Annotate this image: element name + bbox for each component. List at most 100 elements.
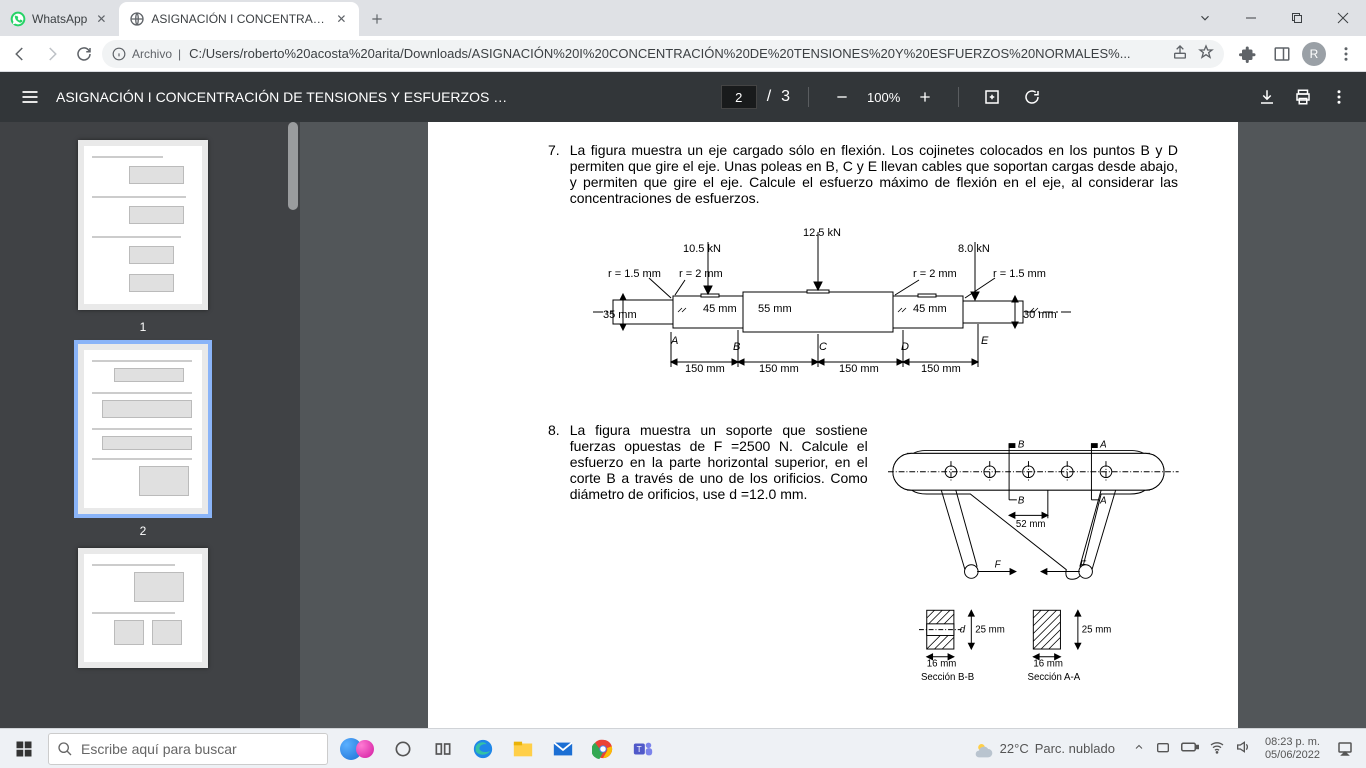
pdf-title: ASIGNACIÓN I CONCENTRACIÓN DE TENSIONES …: [56, 89, 516, 105]
svg-text:10.5 kN: 10.5 kN: [683, 243, 721, 255]
reload-button[interactable]: [70, 40, 98, 68]
explorer-icon[interactable]: [510, 736, 536, 762]
svg-text:D: D: [901, 341, 909, 353]
taskview-icon[interactable]: [390, 736, 416, 762]
start-button[interactable]: [6, 731, 42, 767]
wifi-icon[interactable]: [1209, 739, 1225, 758]
teams-icon[interactable]: T: [630, 736, 656, 762]
svg-text:25 mm: 25 mm: [975, 625, 1005, 636]
svg-text:r = 2 mm: r = 2 mm: [913, 268, 957, 280]
browser-toolbar: Archivo | C:/Users/roberto%20acosta%20ar…: [0, 36, 1366, 72]
svg-text:A: A: [1099, 440, 1106, 451]
svg-text:16 mm: 16 mm: [926, 658, 956, 669]
tray-chevron-icon[interactable]: [1133, 741, 1145, 756]
back-button[interactable]: [6, 40, 34, 68]
edge-icon[interactable]: [470, 736, 496, 762]
profile-avatar[interactable]: R: [1302, 42, 1326, 66]
svg-text:B: B: [1018, 440, 1025, 451]
weather-widget[interactable]: 22°C Parc. nublado: [974, 739, 1115, 759]
sidepanel-icon[interactable]: [1268, 40, 1296, 68]
window-controls: [1182, 0, 1366, 36]
tabs-dropdown-icon[interactable]: [1182, 0, 1228, 36]
minimize-button[interactable]: [1228, 0, 1274, 36]
svg-text:r = 1.5 mm: r = 1.5 mm: [993, 268, 1046, 280]
onedrive-icon[interactable]: [1155, 739, 1171, 758]
close-icon[interactable]: ✕: [93, 11, 109, 27]
thumbnail-page-2[interactable]: [78, 344, 208, 514]
figure-shaft: 10.5 kN 12.5 kN 8.0 kN r = 1.5 mm r = 2 …: [583, 222, 1083, 392]
volume-icon[interactable]: [1235, 739, 1251, 758]
taskbar-pinned: T: [390, 736, 656, 762]
notifications-icon[interactable]: [1330, 734, 1360, 764]
system-tray: [1133, 739, 1251, 758]
pdf-more-icon[interactable]: [1324, 82, 1354, 112]
maximize-button[interactable]: [1274, 0, 1320, 36]
svg-text:F: F: [994, 560, 1001, 571]
svg-text:d: d: [959, 625, 965, 636]
tab-whatsapp[interactable]: WhatsApp ✕: [0, 2, 119, 36]
bookmark-icon[interactable]: [1198, 44, 1214, 63]
share-icon[interactable]: [1172, 44, 1188, 63]
chrome-icon[interactable]: [590, 736, 616, 762]
url-scheme-label: Archivo: [132, 47, 172, 61]
news-widget-icon[interactable]: [340, 738, 374, 760]
svg-text:45 mm: 45 mm: [703, 303, 737, 315]
pdf-viewer: 1 2: [0, 122, 1366, 728]
problem-text: La figura muestra un eje cargado sólo en…: [570, 142, 1178, 206]
zoom-in-button[interactable]: [910, 82, 940, 112]
thumbnail-scrollbar[interactable]: [286, 122, 298, 728]
svg-text:Sección B-B: Sección B-B: [921, 672, 974, 683]
taskbar-search[interactable]: Escribe aquí para buscar: [48, 733, 328, 765]
svg-text:B: B: [733, 341, 740, 353]
tab-title: ASIGNACIÓN I CONCENTRACIÓN: [151, 12, 327, 26]
tab-title: WhatsApp: [32, 12, 87, 26]
svg-text:150 mm: 150 mm: [759, 363, 799, 375]
svg-text:35 mm: 35 mm: [603, 309, 637, 321]
browser-tabstrip: WhatsApp ✕ ASIGNACIÓN I CONCENTRACIÓN ✕: [0, 0, 1366, 36]
close-window-button[interactable]: [1320, 0, 1366, 36]
clock-date: 05/06/2022: [1265, 749, 1320, 762]
address-bar[interactable]: Archivo | C:/Users/roberto%20acosta%20ar…: [102, 40, 1224, 68]
thumbnail-panel: 1 2: [0, 122, 300, 728]
thumb-number: 2: [140, 524, 147, 538]
svg-text:T: T: [637, 744, 642, 753]
page-number-input[interactable]: [721, 85, 757, 109]
tab-pdf[interactable]: ASIGNACIÓN I CONCENTRACIÓN ✕: [119, 2, 359, 36]
svg-text:r = 1.5 mm: r = 1.5 mm: [608, 268, 661, 280]
problem-7: 7. La figura muestra un eje cargado sólo…: [548, 142, 1178, 206]
svg-text:25 mm: 25 mm: [1081, 625, 1111, 636]
page-area[interactable]: 7. La figura muestra un eje cargado sólo…: [300, 122, 1366, 728]
forward-button[interactable]: [38, 40, 66, 68]
battery-icon[interactable]: [1181, 741, 1199, 756]
weather-cond: Parc. nublado: [1035, 741, 1115, 756]
browser-menu-icon[interactable]: [1332, 40, 1360, 68]
site-info[interactable]: Archivo |: [112, 47, 181, 61]
svg-text:16 mm: 16 mm: [1033, 658, 1063, 669]
svg-text:8.0 kN: 8.0 kN: [958, 243, 990, 255]
rotate-button[interactable]: [1017, 82, 1047, 112]
svg-text:150 mm: 150 mm: [685, 363, 725, 375]
taskbar-clock[interactable]: 08:23 p. m. 05/06/2022: [1265, 736, 1320, 761]
clock-time: 08:23 p. m.: [1265, 736, 1320, 749]
print-button[interactable]: [1288, 82, 1318, 112]
pdf-menu-icon[interactable]: [12, 79, 48, 115]
new-tab-button[interactable]: [363, 5, 391, 33]
search-icon: [57, 741, 73, 757]
pdf-toolbar: ASIGNACIÓN I CONCENTRACIÓN DE TENSIONES …: [0, 72, 1366, 122]
whatsapp-icon: [10, 11, 26, 27]
cortana-icon[interactable]: [430, 736, 456, 762]
thumbnail-page-1[interactable]: [78, 140, 208, 310]
thumbnail-page-3[interactable]: [78, 548, 208, 668]
zoom-value: 100%: [867, 90, 900, 105]
extensions-icon[interactable]: [1234, 40, 1262, 68]
thumb-number: 1: [140, 320, 147, 334]
zoom-out-button[interactable]: [827, 82, 857, 112]
download-button[interactable]: [1252, 82, 1282, 112]
page-total: 3: [781, 88, 790, 106]
problem-text: La figura muestra un soporte que sostien…: [570, 422, 868, 692]
close-icon[interactable]: ✕: [333, 11, 349, 27]
mail-icon[interactable]: [550, 736, 576, 762]
pdf-page: 7. La figura muestra un eje cargado sólo…: [428, 122, 1238, 728]
fit-page-button[interactable]: [977, 82, 1007, 112]
svg-text:55 mm: 55 mm: [758, 303, 792, 315]
